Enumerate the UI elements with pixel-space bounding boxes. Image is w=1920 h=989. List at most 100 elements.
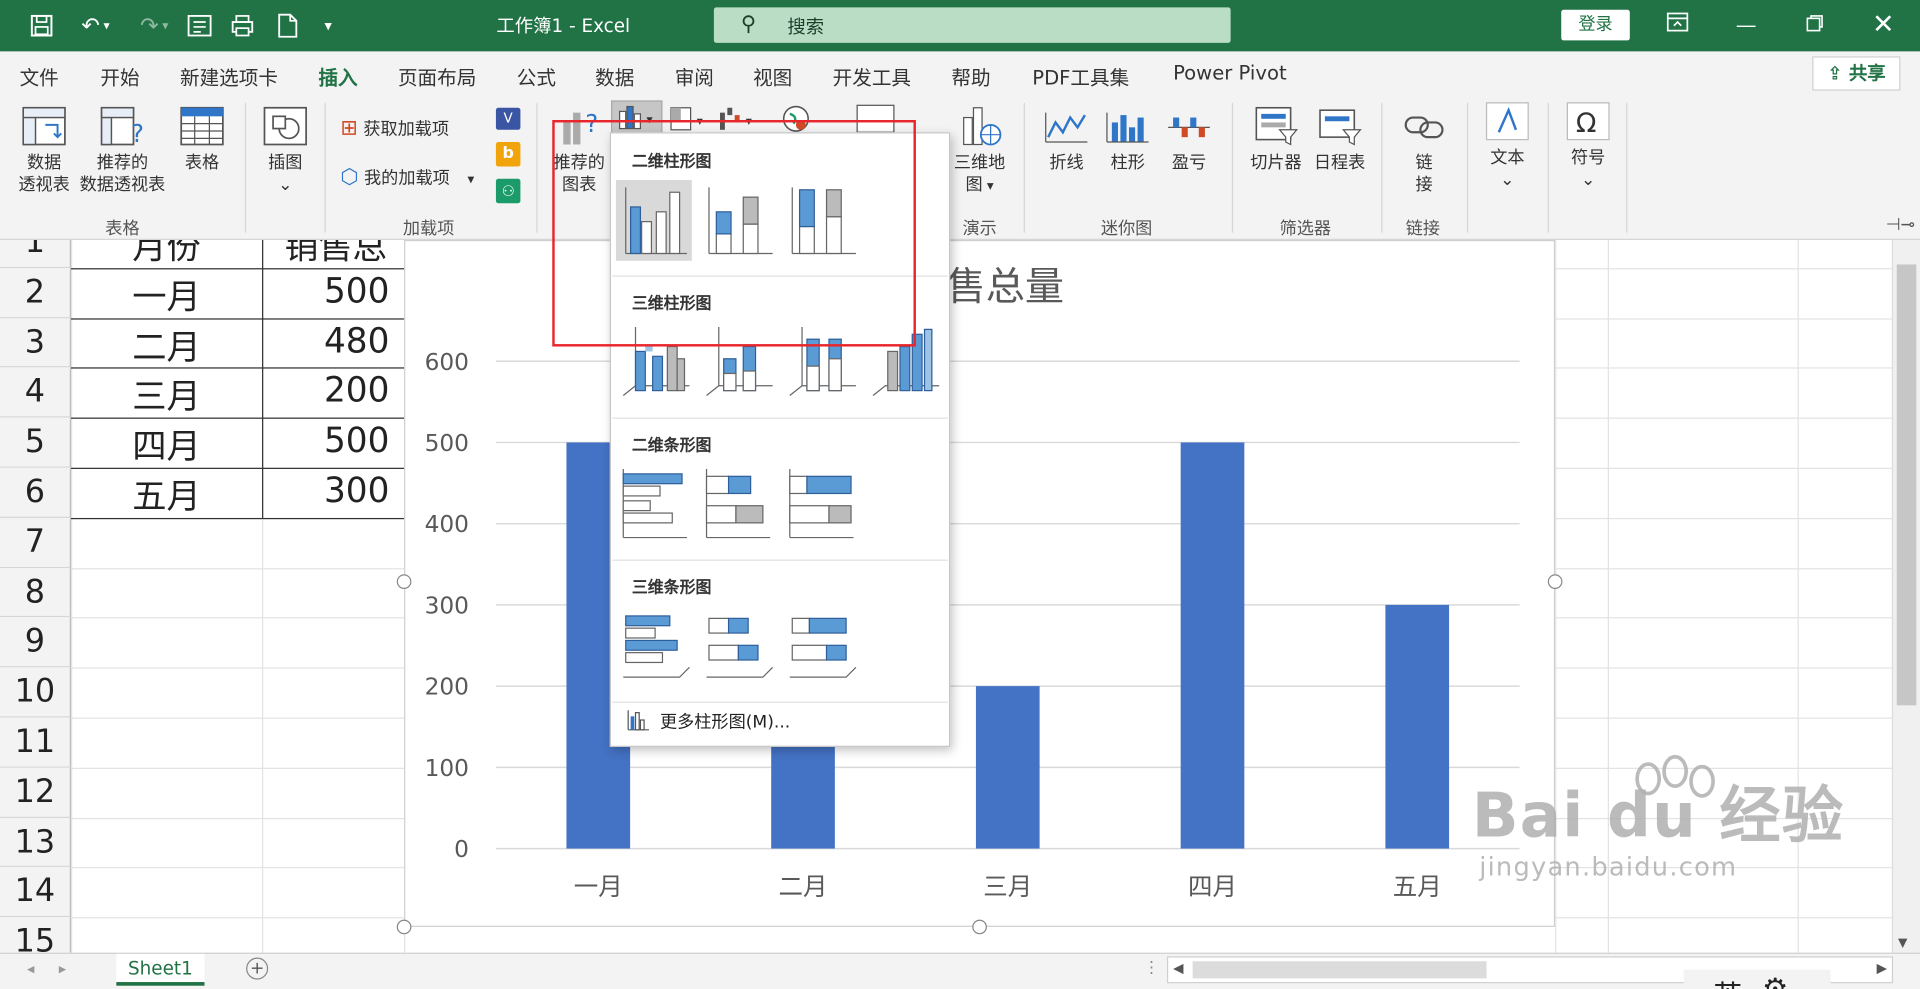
- pin-ribbon-icon[interactable]: ⊣⊸: [1886, 216, 1915, 236]
- tab-home[interactable]: 开始: [100, 61, 139, 90]
- resize-handle-left[interactable]: [396, 574, 412, 589]
- slicer-button[interactable]: 切片器: [1244, 105, 1308, 174]
- 3d-percent-stacked-bar-option[interactable]: [785, 606, 861, 687]
- restore-icon[interactable]: [1788, 9, 1842, 43]
- my-addins-button[interactable]: ⬡ 我的加载项 ▾: [340, 167, 474, 191]
- tab-power-pivot[interactable]: Power Pivot: [1173, 61, 1287, 84]
- cell-sales[interactable]: 500: [262, 270, 389, 310]
- link-button[interactable]: 链 接: [1393, 105, 1454, 196]
- login-button[interactable]: 登录: [1561, 9, 1630, 41]
- cell-header-sales[interactable]: 销售总: [284, 240, 387, 269]
- cell-month[interactable]: 五月: [71, 470, 262, 519]
- cell-sales[interactable]: 200: [262, 370, 389, 410]
- ime-indicator[interactable]: 英 ⚙: [1683, 969, 1831, 989]
- sheet-nav-next-icon[interactable]: ▸: [59, 960, 66, 977]
- clustered-bar-option[interactable]: [618, 464, 694, 545]
- hscroll-thumb[interactable]: [1192, 961, 1487, 979]
- minimize-icon[interactable]: —: [1719, 9, 1773, 43]
- cell-sales[interactable]: 480: [262, 320, 389, 360]
- dropdown-separator: [612, 701, 948, 703]
- row-header[interactable]: 10: [0, 667, 72, 718]
- tab-help[interactable]: 帮助: [951, 61, 990, 90]
- row-header[interactable]: 12: [0, 767, 72, 818]
- row-header[interactable]: 13: [0, 817, 72, 868]
- row-header[interactable]: 2: [0, 267, 72, 318]
- 3d-map-button[interactable]: 三维地 图 ▾: [950, 105, 1009, 197]
- row-header[interactable]: 11: [0, 717, 72, 768]
- get-addins-button[interactable]: ⊞ 获取加载项: [340, 118, 449, 141]
- ribbon-display-icon[interactable]: [1651, 9, 1705, 43]
- save-icon[interactable]: [27, 10, 56, 42]
- percent-stacked-bar-option[interactable]: [785, 464, 861, 545]
- resize-handle-bottom-left[interactable]: [396, 919, 412, 935]
- tab-file[interactable]: 文件: [20, 61, 59, 90]
- scroll-right-arrow-icon[interactable]: ▶: [1877, 960, 1887, 976]
- tab-new-tab[interactable]: 新建选项卡: [180, 61, 278, 90]
- people-graph-icon[interactable]: ⚇: [495, 178, 521, 204]
- cell-sales[interactable]: 500: [262, 420, 389, 460]
- scroll-left-arrow-icon[interactable]: ◀: [1173, 960, 1183, 976]
- excel-window: ↶ ▾ ↷ ▾ ▾ 工作簿1 - Excel ⚲ 搜索 登录 — ✕ 文件 开始 新…: [0, 0, 1920, 989]
- tab-pdf-tools[interactable]: PDF工具集: [1032, 61, 1129, 90]
- more-column-charts-item[interactable]: 更多柱形图(M)...: [626, 709, 790, 733]
- cell-month[interactable]: 四月: [71, 420, 262, 469]
- row-header[interactable]: 8: [0, 567, 72, 618]
- symbol-button[interactable]: Ω 符号 ⌄: [1560, 100, 1616, 191]
- add-sheet-icon[interactable]: +: [246, 957, 269, 980]
- row-header[interactable]: 5: [0, 417, 72, 468]
- tab-formulas[interactable]: 公式: [517, 61, 556, 90]
- bing-icon[interactable]: b: [495, 142, 521, 167]
- 3d-clustered-bar-option[interactable]: [618, 606, 694, 687]
- form-icon[interactable]: [186, 10, 213, 42]
- row-header[interactable]: 4: [0, 367, 72, 418]
- 3d-stacked-bar-option[interactable]: [702, 606, 778, 687]
- tab-view[interactable]: 视图: [753, 61, 792, 90]
- row-header[interactable]: 15: [0, 917, 72, 953]
- resize-handle-right[interactable]: [1547, 574, 1563, 589]
- cell-month[interactable]: 二月: [71, 320, 262, 369]
- row-header[interactable]: 3: [0, 317, 72, 368]
- stacked-bar-option[interactable]: [702, 464, 778, 545]
- vertical-scrollbar[interactable]: ▼: [1891, 240, 1920, 953]
- cell-month[interactable]: 三月: [71, 370, 262, 419]
- tab-developer[interactable]: 开发工具: [833, 61, 911, 90]
- recommended-pivottables-button[interactable]: ? 推荐的 数据透视表: [76, 105, 169, 196]
- text-button[interactable]: 文本 ⌄: [1479, 100, 1535, 191]
- cell-month[interactable]: 一月: [71, 270, 262, 319]
- scroll-thumb[interactable]: [1896, 264, 1917, 706]
- print-icon[interactable]: [274, 10, 301, 42]
- tab-page-layout[interactable]: 页面布局: [398, 61, 476, 90]
- sheet-nav-prev-icon[interactable]: ◂: [27, 960, 34, 977]
- scroll-down-arrow-icon[interactable]: ▼: [1898, 937, 1907, 950]
- row-header[interactable]: 1: [0, 240, 72, 268]
- visio-icon[interactable]: V: [495, 107, 521, 130]
- sheet-tab-sheet1[interactable]: Sheet1: [116, 953, 205, 986]
- sparkline-line-button[interactable]: 折线: [1038, 105, 1094, 174]
- tab-data[interactable]: 数据: [595, 61, 634, 90]
- row-header[interactable]: 7: [0, 517, 72, 568]
- tab-insert[interactable]: 插入: [318, 61, 358, 101]
- pivottable-button[interactable]: 数据 透视表: [12, 105, 76, 196]
- customize-qat-icon[interactable]: ▾: [316, 10, 340, 42]
- sparkline-winloss-button[interactable]: 盈亏: [1161, 105, 1217, 174]
- cell-header-month[interactable]: 月份: [71, 240, 262, 269]
- row-header[interactable]: 6: [0, 467, 72, 518]
- share-button[interactable]: ⇪ 共享: [1812, 56, 1901, 91]
- close-icon[interactable]: ✕: [1856, 9, 1910, 43]
- timeline-button[interactable]: 日程表: [1308, 105, 1372, 174]
- print-preview-icon[interactable]: [229, 10, 256, 42]
- row-header[interactable]: 14: [0, 867, 72, 918]
- table-button[interactable]: 表格: [174, 105, 230, 174]
- sparkline-column-button[interactable]: 柱形: [1100, 105, 1156, 174]
- redo-icon[interactable]: ↷ ▾: [130, 10, 179, 42]
- tab-split-icon[interactable]: ⋮: [1144, 959, 1160, 977]
- resize-handle-bottom[interactable]: [972, 919, 987, 935]
- chevron-down-icon: ▾: [982, 177, 994, 194]
- search-input[interactable]: ⚲ 搜索: [713, 7, 1231, 43]
- tab-review[interactable]: 审阅: [675, 61, 714, 90]
- cell-sales[interactable]: 300: [262, 470, 389, 510]
- illustrations-button[interactable]: 插图 ⌄: [257, 105, 313, 196]
- undo-icon[interactable]: ↶ ▾: [71, 10, 120, 42]
- row-header[interactable]: 9: [0, 617, 72, 668]
- text-icon: [1485, 102, 1529, 141]
